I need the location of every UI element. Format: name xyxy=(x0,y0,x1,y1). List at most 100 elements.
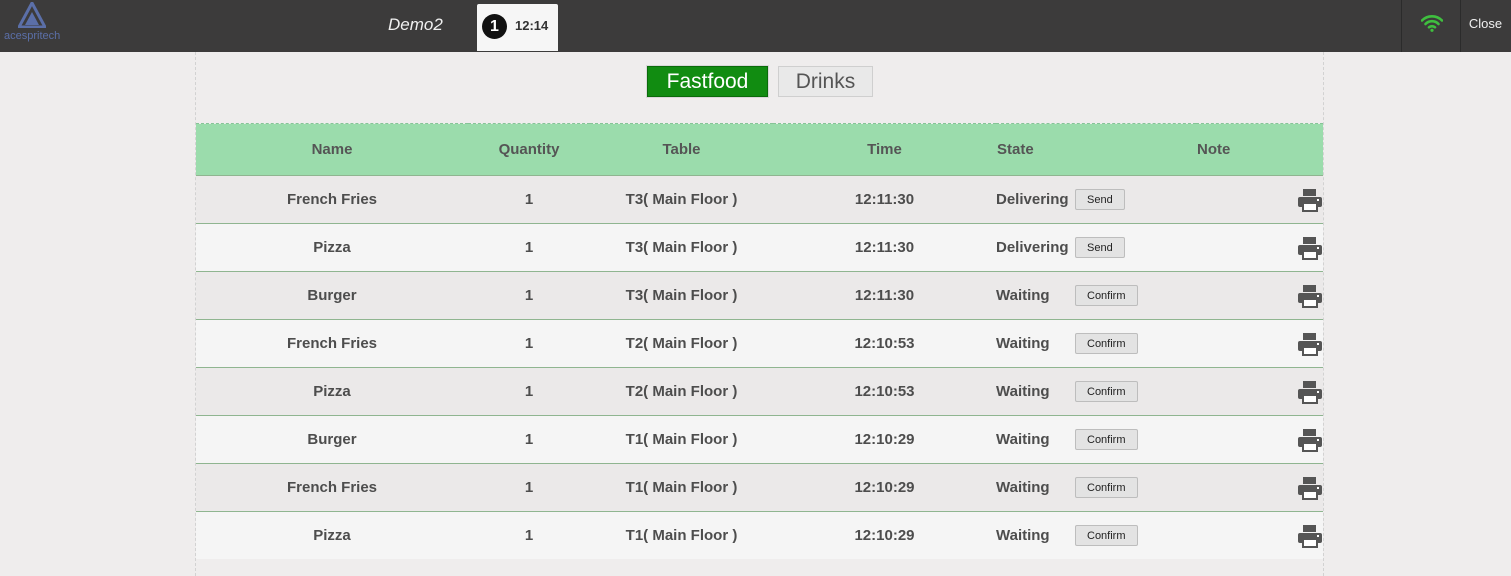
item-name: Pizza xyxy=(196,511,468,559)
state-label: Waiting xyxy=(996,383,1050,400)
tab-fastfood[interactable]: Fastfood xyxy=(646,65,769,98)
kitchen-panel: Fastfood Drinks Name Quantity Table Time… xyxy=(195,52,1324,576)
item-note xyxy=(1196,175,1323,224)
item-name: Burger xyxy=(196,415,468,464)
column-header-table: Table xyxy=(590,123,773,176)
printer-icon[interactable] xyxy=(1297,380,1323,404)
item-note xyxy=(1196,271,1323,320)
item-table: T1( Main Floor ) xyxy=(590,463,773,512)
item-note xyxy=(1196,223,1323,272)
table-row: French Fries 1 T3( Main Floor ) 12:11:30… xyxy=(196,175,1323,224)
item-table: T3( Main Floor ) xyxy=(590,175,773,224)
printer-icon[interactable] xyxy=(1297,284,1323,308)
item-table: T1( Main Floor ) xyxy=(590,511,773,559)
item-name: Pizza xyxy=(196,223,468,272)
column-header-note: Note xyxy=(1196,123,1323,176)
item-state: Waiting Confirm xyxy=(996,367,1196,416)
top-bar: acespritech Demo2 1 12:14 Close xyxy=(0,0,1511,52)
item-time: 12:11:30 xyxy=(773,175,996,224)
item-name: French Fries xyxy=(196,319,468,368)
item-quantity: 1 xyxy=(468,319,590,368)
state-label: Waiting xyxy=(996,527,1050,544)
notification-badge: 1 xyxy=(482,14,507,39)
item-time: 12:11:30 xyxy=(773,271,996,320)
item-name: French Fries xyxy=(196,175,468,224)
item-time: 12:10:29 xyxy=(773,511,996,559)
state-label: Waiting xyxy=(996,335,1050,352)
item-quantity: 1 xyxy=(468,463,590,512)
item-state: Waiting Confirm xyxy=(996,511,1196,559)
send-button[interactable]: Send xyxy=(1075,237,1125,258)
printer-icon[interactable] xyxy=(1297,188,1323,212)
item-time: 12:10:29 xyxy=(773,415,996,464)
item-table: T2( Main Floor ) xyxy=(590,367,773,416)
printer-icon[interactable] xyxy=(1297,524,1323,548)
table-header-row: Name Quantity Table Time State Note xyxy=(196,123,1323,176)
item-note xyxy=(1196,415,1323,464)
logo-icon xyxy=(18,2,46,28)
confirm-button[interactable]: Confirm xyxy=(1075,477,1138,498)
confirm-button[interactable]: Confirm xyxy=(1075,333,1138,354)
item-quantity: 1 xyxy=(468,511,590,559)
item-table: T1( Main Floor ) xyxy=(590,415,773,464)
confirm-button[interactable]: Confirm xyxy=(1075,381,1138,402)
orders-table: Name Quantity Table Time State Note Fren… xyxy=(196,123,1323,559)
column-header-state: State xyxy=(996,123,1196,176)
table-row: Pizza 1 T2( Main Floor ) 12:10:53 Waitin… xyxy=(196,367,1323,416)
clock-time: 12:14 xyxy=(515,18,549,33)
table-row: French Fries 1 T2( Main Floor ) 12:10:53… xyxy=(196,319,1323,368)
category-tabs: Fastfood Drinks xyxy=(196,65,1323,98)
item-table: T3( Main Floor ) xyxy=(590,223,773,272)
printer-icon[interactable] xyxy=(1297,332,1323,356)
item-quantity: 1 xyxy=(468,223,590,272)
state-label: Delivering xyxy=(996,239,1069,256)
printer-icon[interactable] xyxy=(1297,236,1323,260)
item-name: Pizza xyxy=(196,367,468,416)
column-header-time: Time xyxy=(773,123,996,176)
user-name: Demo2 xyxy=(388,15,443,34)
item-table: T3( Main Floor ) xyxy=(590,271,773,320)
item-note xyxy=(1196,463,1323,512)
item-time: 12:10:53 xyxy=(773,319,996,368)
item-state: Waiting Confirm xyxy=(996,271,1196,320)
item-time: 12:11:30 xyxy=(773,223,996,272)
item-state: Waiting Confirm xyxy=(996,463,1196,512)
clock-tab[interactable]: 1 12:14 xyxy=(477,4,558,51)
item-quantity: 1 xyxy=(468,367,590,416)
item-table: T2( Main Floor ) xyxy=(590,319,773,368)
printer-icon[interactable] xyxy=(1297,476,1323,500)
confirm-button[interactable]: Confirm xyxy=(1075,429,1138,450)
item-name: French Fries xyxy=(196,463,468,512)
printer-icon[interactable] xyxy=(1297,428,1323,452)
item-name: Burger xyxy=(196,271,468,320)
company-logo: acespritech xyxy=(2,2,64,46)
column-header-quantity: Quantity xyxy=(468,123,590,176)
wifi-icon xyxy=(1421,15,1443,32)
send-button[interactable]: Send xyxy=(1075,189,1125,210)
state-label: Delivering xyxy=(996,191,1069,208)
state-label: Waiting xyxy=(996,479,1050,496)
wifi-status[interactable] xyxy=(1401,0,1461,52)
item-quantity: 1 xyxy=(468,271,590,320)
state-label: Waiting xyxy=(996,287,1050,304)
column-header-name: Name xyxy=(196,123,468,176)
state-label: Waiting xyxy=(996,431,1050,448)
confirm-button[interactable]: Confirm xyxy=(1075,525,1138,546)
logo-text: acespritech xyxy=(4,30,61,42)
item-quantity: 1 xyxy=(468,175,590,224)
item-note xyxy=(1196,511,1323,559)
close-button[interactable]: Close xyxy=(1460,0,1511,52)
tab-drinks[interactable]: Drinks xyxy=(778,66,873,97)
table-row: Pizza 1 T3( Main Floor ) 12:11:30 Delive… xyxy=(196,223,1323,272)
item-state: Waiting Confirm xyxy=(996,415,1196,464)
item-note xyxy=(1196,319,1323,368)
item-state: Delivering Send xyxy=(996,223,1196,272)
item-time: 12:10:29 xyxy=(773,463,996,512)
table-row: French Fries 1 T1( Main Floor ) 12:10:29… xyxy=(196,463,1323,512)
table-row: Burger 1 T3( Main Floor ) 12:11:30 Waiti… xyxy=(196,271,1323,320)
confirm-button[interactable]: Confirm xyxy=(1075,285,1138,306)
item-state: Delivering Send xyxy=(996,175,1196,224)
item-quantity: 1 xyxy=(468,415,590,464)
table-row: Burger 1 T1( Main Floor ) 12:10:29 Waiti… xyxy=(196,415,1323,464)
item-time: 12:10:53 xyxy=(773,367,996,416)
